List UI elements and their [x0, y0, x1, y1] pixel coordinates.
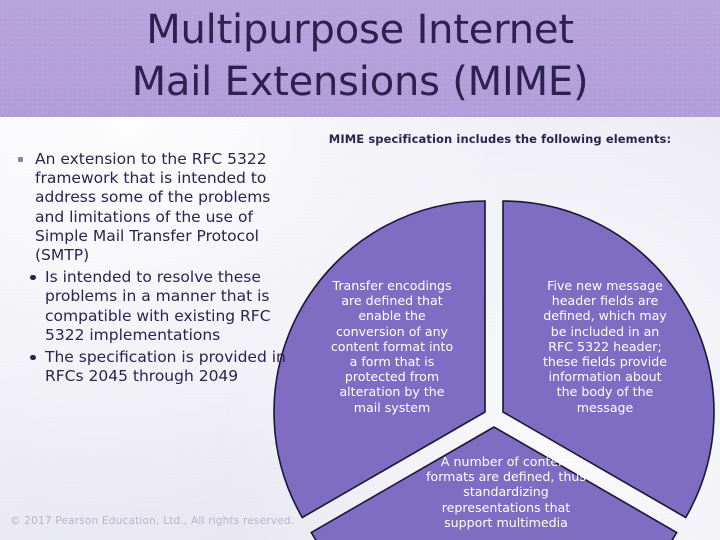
- pie-slice-label-header-fields: Five new message header fields are defin…: [542, 278, 667, 415]
- round-bullet-icon: [30, 354, 36, 361]
- pie-slice-label-content-formats: A number of content formats are defined,…: [426, 454, 586, 530]
- bullet-item-sub-2: The specification is provided in RFCs 20…: [8, 348, 286, 386]
- page-title: Multipurpose Internet Mail Extensions (M…: [131, 7, 589, 105]
- bullet-item-primary: An extension to the RFC 5322 framework t…: [8, 150, 286, 265]
- square-bullet-icon: [18, 157, 23, 162]
- copyright-notice: © 2017 Pearson Education, Ltd., All righ…: [10, 515, 295, 527]
- mime-pie-diagram: MIME specification includes the followin…: [273, 128, 720, 540]
- bullet-text: The specification is provided in RFCs 20…: [45, 348, 286, 386]
- slide-canvas: Multipurpose Internet Mail Extensions (M…: [0, 0, 720, 540]
- bullet-item-sub-1: Is intended to resolve these problems in…: [8, 268, 286, 345]
- pie-slice-label-transfer-encodings: Transfer encodings are defined that enab…: [330, 278, 454, 415]
- bullet-text: An extension to the RFC 5322 framework t…: [35, 150, 271, 265]
- diagram-caption: MIME specification includes the followin…: [328, 132, 672, 146]
- bullet-text: Is intended to resolve these problems in…: [45, 268, 271, 344]
- round-bullet-icon: [30, 274, 36, 281]
- bullet-list: An extension to the RFC 5322 framework t…: [8, 150, 286, 386]
